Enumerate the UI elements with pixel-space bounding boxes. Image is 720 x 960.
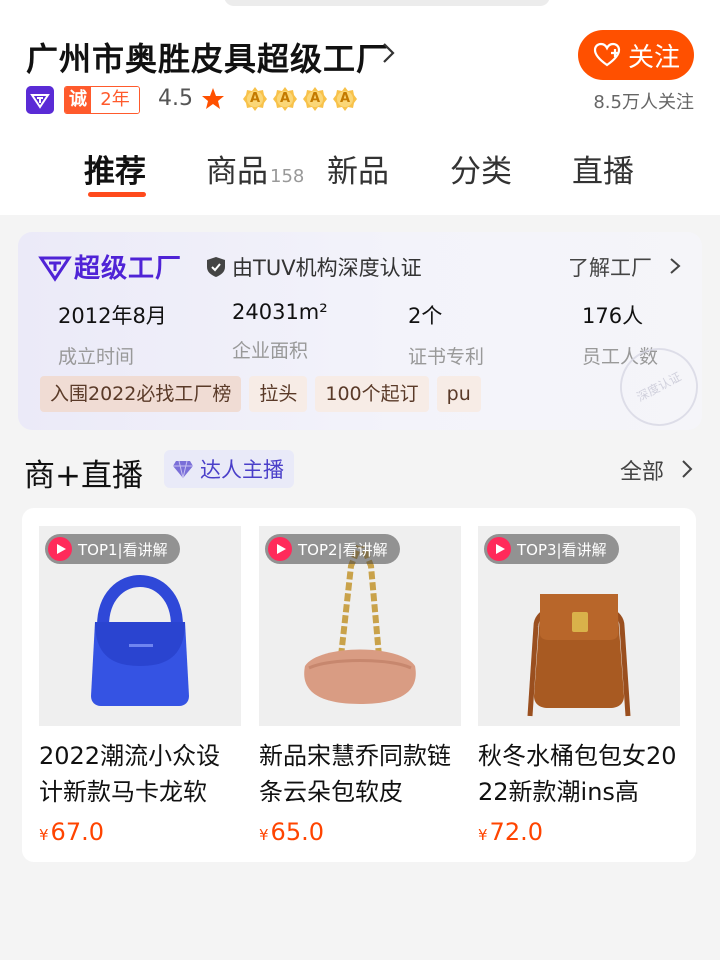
super-factory-card[interactable]: 超级工厂 由TUV机构深度认证 了解工厂 2012年8月 成立时间 24031m²…: [18, 232, 712, 440]
talent-host-badge[interactable]: 达人主播: [164, 450, 294, 488]
product-item[interactable]: TOP2|看讲解 新品宋慧乔同款链条云朵包软皮 ¥65.0: [259, 526, 461, 846]
live-section-title: 商+直播: [24, 458, 143, 494]
medal-letter: A: [249, 91, 261, 106]
currency-symbol: ¥: [259, 826, 269, 844]
tab-label: 直播: [572, 154, 634, 190]
integrity-badge-char: 诚: [65, 87, 91, 113]
shop-tabs: 推荐 商品 158 新品 分类 直播: [0, 146, 720, 196]
tab-new[interactable]: 新品: [327, 146, 389, 191]
stat-value: 176人: [582, 304, 644, 328]
stat-label: 企业面积: [232, 340, 309, 362]
medal-icon: A: [332, 86, 358, 112]
stat-label: 成立时间: [58, 346, 135, 368]
factory-title: 超级工厂: [74, 254, 183, 284]
product-image[interactable]: TOP3|看讲解: [478, 526, 680, 726]
super-factory-logo-icon: [38, 256, 72, 282]
play-icon: [268, 537, 292, 561]
live-products-card: TOP1|看讲解 2022潮流小众设计新款马卡龙软 ¥67.0 TOP2|看讲解…: [22, 508, 696, 862]
shop-medals: AAAA: [242, 86, 358, 112]
medal-icon: A: [272, 86, 298, 112]
factory-tag[interactable]: 拉头: [249, 376, 308, 412]
search-pill[interactable]: [224, 0, 550, 6]
followers-count: 8.5万人关注: [593, 92, 694, 113]
product-price: ¥72.0: [478, 818, 680, 846]
stat-label: 证书专利: [408, 346, 485, 368]
product-price: ¥67.0: [39, 818, 241, 846]
tab-recommend[interactable]: 推荐: [84, 146, 146, 191]
stat-value: 2个: [408, 304, 443, 328]
heart-plus-icon: [593, 42, 621, 67]
live-tag-label: TOP2|看讲解: [298, 540, 388, 559]
talent-host-label: 达人主播: [200, 458, 284, 482]
factory-certification: 由TUV机构深度认证: [232, 256, 422, 280]
diamond-icon: [173, 460, 193, 479]
product-name[interactable]: 2022潮流小众设计新款马卡龙软: [39, 738, 241, 810]
chevron-right-icon[interactable]: [680, 458, 694, 480]
product-item[interactable]: TOP3|看讲解 秋冬水桶包包女2022新款潮ins高 ¥72.0: [478, 526, 680, 846]
currency-symbol: ¥: [39, 826, 49, 844]
product-image[interactable]: TOP2|看讲解: [259, 526, 461, 726]
tab-categories[interactable]: 分类: [450, 146, 512, 191]
view-all-link[interactable]: 全部: [620, 454, 664, 486]
shop-header: 广州市奥胜皮具超级工厂 关注 8.5万人关注 诚 2年 4.5 A A A A 推荐 …: [0, 0, 720, 215]
learn-factory-link[interactable]: 了解工厂: [568, 252, 652, 282]
follow-button[interactable]: 关注: [578, 30, 694, 80]
live-tag-label: TOP1|看讲解: [78, 540, 168, 559]
shield-check-icon: [207, 257, 225, 277]
active-tab-indicator: [88, 192, 146, 197]
price-value: 67.0: [50, 818, 104, 846]
live-explain-tag[interactable]: TOP3|看讲解: [484, 534, 619, 564]
product-name[interactable]: 秋冬水桶包包女2022新款潮ins高: [478, 738, 680, 810]
product-name[interactable]: 新品宋慧乔同款链条云朵包软皮: [259, 738, 461, 810]
tab-label: 商品: [206, 154, 268, 190]
tab-count: 158: [270, 166, 305, 187]
tab-live[interactable]: 直播: [572, 146, 634, 191]
integrity-badge-years: 2年: [91, 87, 139, 113]
medal-icon: A: [302, 86, 328, 112]
medal-icon: A: [242, 86, 268, 112]
play-icon: [487, 537, 511, 561]
shop-title[interactable]: 广州市奥胜皮具超级工厂: [26, 34, 389, 80]
super-factory-badge-icon: [26, 86, 54, 114]
product-price: ¥65.0: [259, 818, 461, 846]
chevron-right-icon[interactable]: [668, 256, 682, 276]
stat-value: 24031m²: [232, 300, 328, 324]
stat-patents: 2个证书专利: [408, 300, 484, 369]
currency-symbol: ¥: [478, 826, 488, 844]
live-explain-tag[interactable]: TOP1|看讲解: [45, 534, 180, 564]
factory-tag[interactable]: 100个起订: [315, 376, 429, 412]
price-value: 72.0: [489, 818, 543, 846]
factory-tag[interactable]: 入围2022必找工厂榜: [40, 376, 242, 412]
medal-letter: A: [339, 91, 351, 106]
tab-label: 推荐: [84, 154, 146, 190]
product-item[interactable]: TOP1|看讲解 2022潮流小众设计新款马卡龙软 ¥67.0: [39, 526, 241, 846]
shop-rating: 4.5: [158, 86, 193, 111]
chevron-right-icon[interactable]: [378, 40, 400, 66]
product-image[interactable]: TOP1|看讲解: [39, 526, 241, 726]
tab-label: 新品: [327, 154, 389, 190]
stat-founded: 2012年8月 成立时间: [58, 300, 167, 369]
live-explain-tag[interactable]: TOP2|看讲解: [265, 534, 400, 564]
factory-tags: 入围2022必找工厂榜 拉头 100个起订 pu: [40, 376, 481, 412]
stat-area: 24031m² 企业面积: [232, 300, 328, 363]
stat-value: 2012年8月: [58, 304, 167, 328]
follow-label: 关注: [627, 42, 680, 73]
integrity-badge: 诚 2年: [64, 86, 140, 114]
play-icon: [48, 537, 72, 561]
factory-tag[interactable]: pu: [436, 376, 481, 412]
tab-label: 分类: [450, 154, 512, 190]
medal-letter: A: [309, 91, 321, 106]
star-icon: [202, 88, 224, 109]
tab-products[interactable]: 商品 158: [206, 146, 304, 191]
price-value: 65.0: [270, 818, 324, 846]
medal-letter: A: [279, 91, 291, 106]
live-tag-label: TOP3|看讲解: [517, 540, 607, 559]
